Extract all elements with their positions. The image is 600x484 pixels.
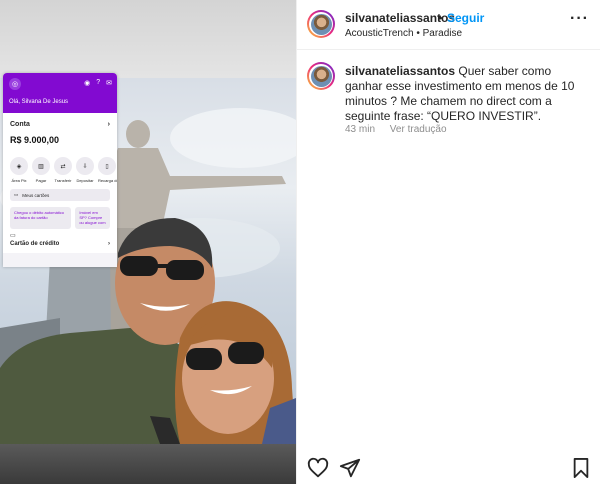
mail-icon: ✉ xyxy=(106,80,112,87)
my-cards-label: Meus cartões xyxy=(22,192,50,198)
banking-app-screenshot: ◎ ◉ ? ✉ Olá, Silvana De Jesus Conta › R$… xyxy=(3,73,117,267)
app-body: Conta › R$ 9.000,00 ◈ Área Pix ▥ Pagar ⇄… xyxy=(3,113,117,253)
action-recharge: ▯ Recarga de celular xyxy=(98,157,117,183)
action-deposit: ⇩ Depositar xyxy=(76,157,94,183)
transfer-icon: ⇄ xyxy=(54,157,72,175)
paper-plane-icon[interactable] xyxy=(339,457,361,479)
action-pix: ◈ Área Pix xyxy=(10,157,28,183)
post-header: silvanateliassantos • Seguir AcousticTre… xyxy=(297,0,600,50)
caption-meta: 43 min Ver tradução xyxy=(345,124,447,135)
phone-icon: ▯ xyxy=(98,157,116,175)
card-icon: ▭ xyxy=(14,192,19,197)
app-header: ◎ ◉ ? ✉ Olá, Silvana De Jesus xyxy=(3,73,117,113)
separator-dot: • xyxy=(438,11,443,25)
translate-link[interactable]: Ver tradução xyxy=(390,124,447,135)
caption-username[interactable]: silvanateliassantos xyxy=(345,64,455,78)
action-pay: ▥ Pagar xyxy=(32,157,50,183)
app-actions: ◈ Área Pix ▥ Pagar ⇄ Transferir ⇩ Deposi… xyxy=(10,157,117,183)
follow-button[interactable]: Seguir xyxy=(447,11,484,25)
eye-icon: ◉ xyxy=(84,80,91,87)
promo-card: Chegou o débito automático da fatura do … xyxy=(10,207,72,229)
action-label: Depositar xyxy=(76,178,94,183)
credit-card-row: Cartão de crédito › xyxy=(10,241,110,247)
author-avatar[interactable] xyxy=(307,10,335,38)
deposit-icon: ⇩ xyxy=(76,157,94,175)
account-balance: R$ 9.000,00 xyxy=(10,135,60,145)
more-horizontal-icon[interactable]: ··· xyxy=(570,11,589,27)
action-label: Recarga de celular xyxy=(98,178,117,183)
avatar-image xyxy=(310,65,332,87)
action-transfer: ⇄ Transferir xyxy=(54,157,72,183)
chevron-right-icon: › xyxy=(107,121,110,128)
post-sidebar: silvanateliassantos • Seguir AcousticTre… xyxy=(296,0,600,484)
chevron-right-icon: › xyxy=(108,241,110,247)
app-greeting: Olá, Silvana De Jesus xyxy=(9,99,69,105)
profile-icon: ◎ xyxy=(9,78,21,90)
photo-top-band xyxy=(0,0,296,78)
heart-icon[interactable] xyxy=(307,457,329,479)
bookmark-icon[interactable] xyxy=(571,457,591,479)
barcode-icon: ▥ xyxy=(32,157,50,175)
action-label: Pagar xyxy=(35,178,47,183)
app-header-icons: ◉ ? ✉ xyxy=(84,79,112,87)
post-actions xyxy=(297,452,600,484)
account-row: Conta › xyxy=(10,121,110,128)
photo-bottom-band xyxy=(0,444,296,484)
credit-card-label: Cartão de crédito xyxy=(10,241,60,247)
pix-icon: ◈ xyxy=(10,157,28,175)
audio-location-line[interactable]: AcousticTrench • Paradise xyxy=(345,28,462,39)
promo-row: Chegou o débito automático da fatura do … xyxy=(10,207,110,229)
credit-card-icon: ▭ xyxy=(10,233,16,239)
caption-text-block: silvanateliassantos Quer saber como ganh… xyxy=(345,64,585,124)
my-cards-row: ▭ Meus cartões xyxy=(10,189,110,201)
post-media[interactable]: ◎ ◉ ? ✉ Olá, Silvana De Jesus Conta › R$… xyxy=(0,0,296,484)
avatar-image xyxy=(310,13,332,35)
action-label: Transferir xyxy=(54,178,72,183)
caption-time[interactable]: 43 min xyxy=(345,124,375,135)
action-label: Área Pix xyxy=(11,178,27,183)
help-icon: ? xyxy=(96,79,101,86)
account-label: Conta xyxy=(10,121,30,128)
promo-card: Imóvel em SP? Compre ou alugue com xyxy=(75,207,110,229)
caption-avatar[interactable] xyxy=(307,62,335,90)
